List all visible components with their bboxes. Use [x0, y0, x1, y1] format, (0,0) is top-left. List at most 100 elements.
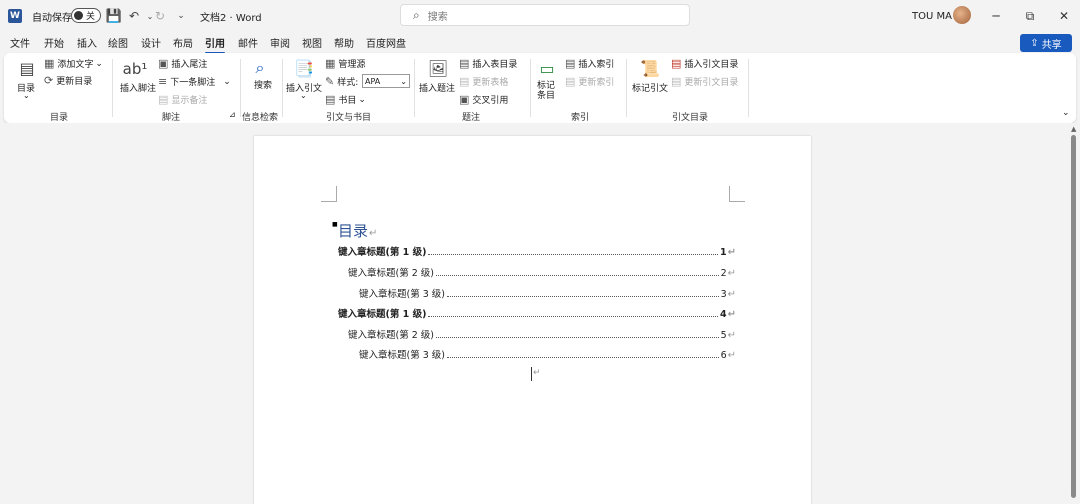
toc-entry-page: 3 — [720, 289, 727, 300]
tab-design[interactable]: 设计 — [141, 35, 161, 50]
group-divider — [748, 59, 749, 117]
update-toc-button[interactable]: ⟳ 更新目录 — [44, 74, 92, 87]
close-button[interactable]: ✕ — [1046, 0, 1080, 32]
search-research-button[interactable]: 搜索 — [254, 81, 272, 91]
cross-reference-icon: ▣ — [459, 93, 470, 106]
toc-entry-page: 6 — [720, 350, 727, 361]
document-page[interactable]: ■ 目录 ↵ 键入章标题(第 1 级) 1 ↵ 键入章标题(第 2 级) 2 ↵… — [254, 136, 811, 504]
style-label-text: 样式: — [337, 78, 359, 88]
update-toa-button[interactable]: ▤ 更新引文目录 — [671, 75, 738, 88]
style-value: APA — [365, 76, 381, 86]
toc-leader-dots — [436, 337, 719, 338]
toc-entry[interactable]: 键入章标题(第 3 级) 3 ↵ — [359, 286, 736, 300]
vertical-scrollbar[interactable]: ▲ — [1068, 123, 1080, 504]
restore-button[interactable]: ⧉ — [1012, 0, 1048, 32]
tab-home[interactable]: 开始 — [44, 35, 64, 50]
tab-layout[interactable]: 布局 — [173, 35, 193, 50]
redo-icon[interactable]: ↻ — [152, 8, 168, 24]
paragraph-mark: ↵ — [727, 309, 736, 320]
toggle-knob — [74, 11, 83, 20]
table-of-figures-icon: ▤ — [459, 57, 470, 70]
chevron-down-icon: ⌄ — [358, 94, 366, 105]
tab-references[interactable]: 引用 — [205, 35, 225, 54]
mark-citation-button[interactable]: 标记引文 — [632, 81, 668, 94]
share-button[interactable]: ⇪ 共享 — [1020, 34, 1072, 52]
bibliography-icon: ▤ — [325, 93, 336, 106]
minimize-button[interactable]: ─ — [978, 0, 1014, 32]
insert-citation-dropdown-icon[interactable]: ⌄ — [300, 91, 307, 100]
show-notes-label: 显示备注 — [171, 96, 208, 106]
cross-reference-button[interactable]: ▣ 交叉引用 — [459, 93, 508, 106]
tab-view[interactable]: 视图 — [302, 35, 322, 50]
toc-entry-page: 4 — [719, 309, 727, 320]
ribbon: ▤ 目录 ⌄ ▦ 添加文字 ⌄ ⟳ 更新目录 目录 ab¹ 插入脚注 ▣ 插入尾注 ≡ 下… — [4, 53, 1076, 123]
avatar[interactable] — [953, 6, 971, 24]
toc-leader-dots — [428, 316, 718, 317]
table-of-figures-label: 插入表目录 — [472, 60, 518, 70]
toc-title-text: 目录 — [338, 222, 369, 240]
insert-footnote-button[interactable]: 插入脚注 — [120, 81, 156, 94]
add-text-button[interactable]: ▦ 添加文字 ⌄ — [44, 57, 103, 70]
mark-entry-icon: ▭ — [539, 58, 555, 78]
undo-icon[interactable]: ↶ — [126, 8, 142, 24]
paragraph-mark: ↵ — [727, 289, 736, 300]
tab-baidu-netdisk[interactable]: 百度网盘 — [366, 35, 406, 50]
toc-icon: ▤ — [19, 58, 35, 78]
customize-qat-icon[interactable]: ⌄ — [173, 8, 189, 24]
user-name[interactable]: TOU MA — [912, 0, 952, 32]
update-index-button[interactable]: ▤ 更新索引 — [565, 75, 614, 88]
insert-toa-label: 插入引文目录 — [684, 60, 739, 70]
toc-entry[interactable]: 键入章标题(第 2 级) 5 ↵ — [348, 327, 736, 341]
collapse-ribbon-icon[interactable]: ⌄ — [1062, 108, 1070, 118]
mark-entry-button[interactable]: 标记条目 — [537, 81, 561, 101]
save-icon[interactable]: 💾 — [106, 8, 122, 24]
search-input[interactable]: ⌕ 搜索 — [400, 4, 690, 26]
insert-endnote-button[interactable]: ▣ 插入尾注 — [158, 57, 207, 70]
scroll-up-icon[interactable]: ▲ — [1071, 125, 1076, 133]
insert-footnote-icon: ab¹ — [122, 60, 148, 78]
autosave-toggle[interactable]: 关 — [71, 8, 101, 23]
insert-index-button[interactable]: ▤ 插入索引 — [565, 57, 614, 70]
insert-toa-icon: ▤ — [671, 57, 682, 70]
add-text-label: 添加文字 — [57, 60, 94, 70]
bibliography-button[interactable]: ▤ 书目 ⌄ — [325, 93, 366, 106]
paragraph-mark: ↵ — [727, 247, 736, 258]
chevron-down-icon: ⌄ — [400, 76, 407, 86]
toc-entry[interactable]: 键入章标题(第 2 级) 2 ↵ — [348, 265, 736, 279]
footnote-dialog-launcher-icon[interactable]: ⊿ — [229, 110, 236, 119]
style-icon: ✎ — [325, 75, 335, 88]
chevron-down-icon: ⌄ — [223, 76, 231, 87]
tab-insert[interactable]: 插入 — [77, 35, 97, 50]
show-notes-button[interactable]: ▤ 显示备注 — [158, 93, 207, 106]
toc-entry[interactable]: 键入章标题(第 3 级) 6 ↵ — [359, 347, 736, 361]
insert-table-of-figures-button[interactable]: ▤ 插入表目录 — [459, 57, 517, 70]
toc-title[interactable]: ■ 目录 ↵ — [332, 220, 377, 241]
toc-entry[interactable]: 键入章标题(第 1 级) 4 ↵ — [338, 306, 736, 320]
tab-review[interactable]: 审阅 — [270, 35, 290, 50]
tab-help[interactable]: 帮助 — [334, 35, 354, 50]
margin-corner-top-left — [321, 186, 337, 202]
insert-toa-button[interactable]: ▤ 插入引文目录 — [671, 57, 738, 70]
paragraph-bullet-icon: ■ — [332, 221, 338, 228]
toc-dropdown-icon[interactable]: ⌄ — [23, 91, 30, 100]
update-table-label: 更新表格 — [472, 78, 509, 88]
scroll-thumb[interactable] — [1071, 135, 1076, 498]
insert-caption-button[interactable]: 插入题注 — [419, 81, 455, 94]
autosave-state: 关 — [86, 12, 96, 22]
toc-entry-title: 键入章标题(第 2 级) — [348, 330, 434, 341]
style-select[interactable]: APA ⌄ — [362, 74, 410, 88]
tab-draw[interactable]: 绘图 — [108, 35, 128, 50]
toc-entry[interactable]: 键入章标题(第 1 级) 1 ↵ — [338, 244, 736, 258]
next-footnote-button[interactable]: ≡ 下一条脚注 ⌄ — [158, 75, 231, 88]
cross-reference-label: 交叉引用 — [472, 96, 509, 106]
tab-file[interactable]: 文件 — [10, 35, 30, 50]
update-index-icon: ▤ — [565, 75, 576, 88]
toc-entry-page: 2 — [720, 268, 727, 279]
update-table-button[interactable]: ▤ 更新表格 — [459, 75, 508, 88]
insert-endnote-label: 插入尾注 — [171, 60, 208, 70]
manage-sources-button[interactable]: ▦ 管理源 — [325, 57, 365, 70]
group-divider — [282, 59, 283, 117]
update-index-label: 更新索引 — [578, 78, 615, 88]
share-icon: ⇪ — [1030, 37, 1039, 49]
tab-mailings[interactable]: 邮件 — [238, 35, 258, 50]
